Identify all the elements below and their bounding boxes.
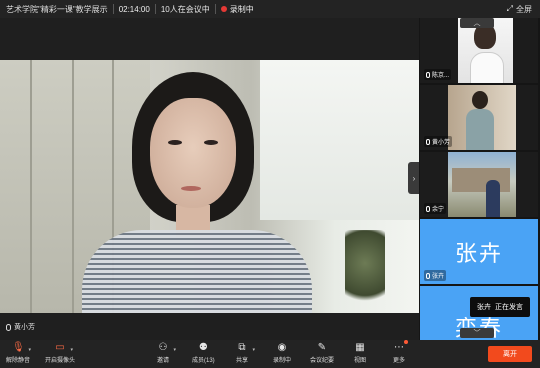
microphone-muted-icon: 🎙 ▾ [12, 342, 31, 353]
members-label: 成员(13) [192, 358, 215, 364]
main-video [0, 60, 419, 313]
share-label: 共享 [236, 358, 249, 364]
microphone-icon [426, 71, 430, 78]
leave-button[interactable]: 离开 [488, 346, 532, 362]
speaking-name: 张卉 [477, 304, 491, 311]
more-icon: ⋯ [393, 340, 408, 353]
record-button[interactable]: ◉ 录制中 [273, 342, 291, 364]
participant-sidebar: 陈京... 黄小芳 余宁 张卉 张卉 栾春 [419, 18, 540, 340]
participant-name: 张卉 [432, 274, 445, 280]
meeting-minutes-button[interactable]: ✎ 会议纪要 [310, 342, 334, 364]
invite-button[interactable]: ⚇ ▾ 邀请 [157, 342, 176, 364]
chevron-down-icon: ﹀ [473, 330, 481, 337]
speaking-tooltip: 张卉 正在发言 [470, 297, 530, 317]
chevron-up-icon: ︿ [473, 20, 481, 27]
participant-name: 余宁 [432, 207, 445, 213]
top-bar: 艺术学院"精彩一课"教学展示 02:14:00 10人在会议中 录制中 ⤢ 全屏 [0, 0, 540, 18]
chevron-right-icon: › [412, 173, 416, 183]
participant-name: 陈京... [432, 73, 450, 79]
meeting-timer: 02:14:00 [118, 4, 150, 14]
grid-view-icon: ▦ [355, 342, 365, 353]
view-button[interactable]: ▦ 视图 [354, 342, 366, 364]
microphone-icon [426, 272, 430, 279]
record-dot-icon [220, 6, 227, 12]
minutes-icon: ✎ [317, 342, 327, 353]
scroll-up-button[interactable]: ︿ [460, 18, 494, 28]
microphone-icon [6, 323, 11, 331]
window [260, 60, 419, 220]
participant-video [448, 85, 516, 150]
participant-name-tag: 黄小芳 [424, 136, 453, 147]
scroll-down-button[interactable]: ﹀ [460, 328, 494, 338]
share-button[interactable]: ⧉ ▾ 共享 [236, 342, 255, 364]
record-label: 录制中 [273, 358, 292, 364]
main-speaker-label: 黄小芳 [6, 322, 35, 332]
participants-status: 10人在会议中 [160, 4, 210, 14]
minutes-label: 会议纪要 [310, 358, 335, 364]
invite-label: 邀请 [157, 358, 170, 364]
main-stage: 黄小芳 [0, 18, 419, 340]
recording-indicator: 录制中 [220, 4, 254, 15]
more-label: 更多 [393, 358, 406, 364]
divider [154, 4, 156, 14]
start-camera-button[interactable]: ▭ ▾ 开启摄像头 [45, 342, 75, 364]
members-icon: ⚉ [198, 342, 208, 353]
divider [214, 4, 216, 14]
participant-tile[interactable]: 张卉 张卉 [420, 219, 538, 284]
participant-name-tag: 张卉 [424, 270, 447, 281]
more-button[interactable]: ⋯ 更多 [393, 340, 408, 364]
fullscreen-icon: ⤢ [506, 4, 513, 13]
participant-name: 黄小芳 [432, 140, 451, 146]
share-screen-icon: ⧉ ▾ [238, 342, 255, 353]
meeting-title: 艺术学院"精彩一课"教学展示 [6, 4, 108, 14]
fullscreen-button[interactable]: ⤢ 全屏 [507, 4, 540, 15]
participant-name-tag: 余宁 [424, 203, 447, 214]
divider [112, 4, 114, 14]
participant-tile[interactable]: 余宁 [420, 152, 538, 217]
recording-label: 录制中 [229, 4, 254, 14]
participant-name-tag: 陈京... [424, 69, 452, 80]
speaker-body [82, 230, 312, 313]
unmute-button[interactable]: 🎙 ▾ 解除静音 [6, 342, 31, 364]
record-icon: ◉ [277, 342, 287, 353]
microphone-icon [426, 138, 430, 145]
members-button[interactable]: ⚉ 成员(13) [192, 342, 215, 364]
speaker-face [150, 98, 236, 208]
speaking-status: 正在发言 [495, 304, 523, 311]
microphone-icon [426, 205, 430, 212]
view-label: 视图 [354, 358, 367, 364]
add-user-icon: ⚇ ▾ [158, 342, 176, 353]
participant-tile[interactable]: 黄小芳 [420, 85, 538, 150]
bottom-toolbar: 🎙 ▾ 解除静音 ▭ ▾ 开启摄像头 ⚇ ▾ 邀请 ⚉ 成员(13) ⧉ ▾ 共享 ◉ … [0, 340, 540, 368]
plant [345, 230, 385, 313]
camera-label: 开启摄像头 [45, 358, 76, 364]
main-speaker-name: 黄小芳 [14, 324, 35, 331]
camera-off-icon: ▭ ▾ [55, 342, 73, 353]
fullscreen-label: 全屏 [516, 4, 532, 14]
participant-avatar-text: 张卉 [454, 241, 503, 267]
unmute-label: 解除静音 [6, 358, 31, 364]
notification-dot [404, 340, 408, 344]
participant-video [448, 152, 516, 217]
